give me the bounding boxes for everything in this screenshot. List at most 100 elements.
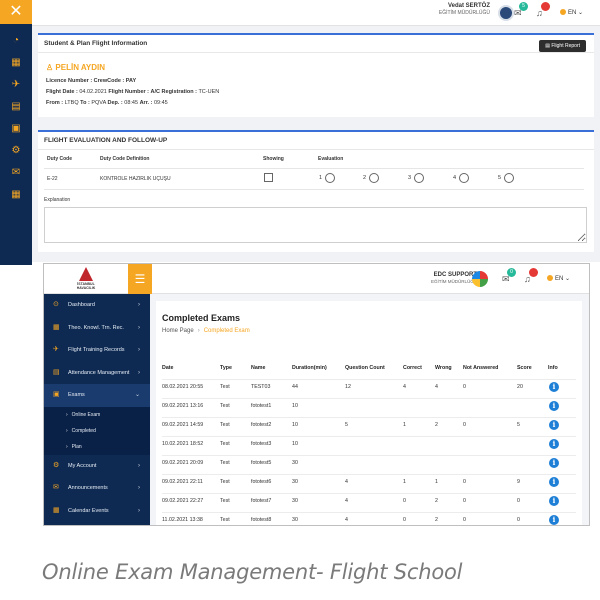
breadcrumb: Home Page › Completed Exam (162, 328, 250, 334)
table-cell-name: fototest2 (251, 422, 272, 428)
pilot-icon: ♙ (46, 63, 54, 72)
chevron-right-icon: › (66, 411, 68, 418)
chevron-right-icon: › (138, 369, 140, 376)
sidebar-item-announcements[interactable]: ✉ Announcements › (44, 477, 150, 500)
table-cell-type: Test (220, 441, 230, 447)
rating-4-radio[interactable] (459, 173, 469, 183)
list-icon[interactable]: ▤ (0, 96, 32, 118)
logo-text: İSTANBUL HAVACILIK (76, 282, 96, 290)
chevron-right-icon: › (138, 507, 140, 514)
menu-toggle-icon[interactable]: ☰ (128, 264, 152, 294)
from-value: LTBQ (64, 100, 79, 106)
info-icon[interactable]: i (549, 382, 559, 392)
sidebar-item-dashboard[interactable]: ⊙ Dashboard › (44, 294, 150, 317)
message-badge: 0 (507, 268, 516, 277)
sidebar-subitem-completed[interactable]: › Completed (44, 422, 150, 439)
evaluation-title: FLIGHT EVALUATION AND FOLLOW-UP (38, 132, 594, 150)
table-cell-type: Test (220, 403, 230, 409)
sidebar-item-attendance[interactable]: ▤ Attendance Management › (44, 362, 150, 385)
flight-report-button[interactable]: ▤ Flight Report (539, 40, 586, 52)
info-icon[interactable]: i (549, 515, 559, 525)
table-cell-score: 20 (517, 384, 523, 390)
sidebar-item-flight-training[interactable]: ✈ Flight Training Records › (44, 339, 150, 362)
dashboard-icon[interactable]: ◔ (0, 30, 32, 52)
logo[interactable]: İSTANBUL HAVACILIK (72, 267, 100, 291)
table-cell-date: 10.02.2021 18:52 (162, 441, 204, 447)
rating-1-radio[interactable] (325, 173, 335, 183)
info-icon[interactable]: i (549, 439, 559, 449)
definition-header: Duty Code Definition (100, 156, 150, 162)
book-icon[interactable]: ▦ (0, 52, 32, 74)
table-row-divider (162, 436, 576, 437)
sidebar-item-label: Theo. Knowl. Trn. Rec. (68, 324, 124, 331)
table-cell-correct: 4 (403, 384, 406, 390)
info-icon[interactable]: i (549, 401, 559, 411)
dep-value: 08:45 (124, 100, 139, 106)
info-icon[interactable]: i (549, 477, 559, 487)
top-header: İSTANBUL HAVACILIK ☰ EDC SUPPORT EĞİTİM M… (44, 264, 589, 294)
gear-icon[interactable]: ⚙ (0, 140, 32, 162)
rating-3-radio[interactable] (414, 173, 424, 183)
table-cell-wrong: 1 (435, 479, 438, 485)
info-icon[interactable]: i (549, 420, 559, 430)
table-cell-date: 11.02.2021 13:38 (162, 517, 203, 523)
user-name: Vedat SERTÖZ (447, 3, 490, 9)
table-cell-name: fototest7 (251, 498, 272, 504)
table-cell-duration: 10 (292, 441, 298, 447)
table-cell-date: 09.02.2021 14:59 (162, 422, 204, 428)
avatar[interactable] (498, 5, 514, 21)
dep-label: Dep. : (107, 100, 123, 106)
breadcrumb-home[interactable]: Home Page (162, 328, 194, 334)
info-icon[interactable]: i (549, 496, 559, 506)
table-cell-date: 09.02.2021 20:09 (162, 460, 204, 466)
sidebar-item-calendar[interactable]: ▦ Calendar Events › (44, 500, 150, 523)
sidebar-subitem-online-exam[interactable]: › Online Exam (44, 406, 150, 423)
table-cell-duration: 30 (292, 517, 298, 523)
arr-value: 09:45 (153, 100, 168, 106)
table-cell-question-count: 4 (345, 479, 348, 485)
sidebar-item-label: Flight Training Records (68, 347, 125, 353)
page-title: Completed Exams (162, 313, 241, 323)
plane-icon[interactable]: ✈ (0, 74, 32, 96)
calendar-icon[interactable]: ▦ (0, 184, 32, 206)
avatar[interactable] (472, 271, 488, 287)
language-selector[interactable]: EN ⌄ (560, 9, 583, 16)
sidebar-item-my-account[interactable]: ⚙ My Account › (44, 455, 150, 478)
sidebar-subitem-plan[interactable]: › Plan (44, 438, 150, 455)
table-cell-name: fototest8 (251, 517, 272, 523)
clipboard-icon[interactable]: ▣ (0, 118, 32, 140)
sidebar-item-label: Dashboard (68, 302, 95, 308)
chevron-right-icon: › (138, 347, 140, 353)
rating-2-radio[interactable] (369, 173, 379, 183)
column-header-not-answered: Not Answered (463, 365, 499, 371)
definition-cell: KONTROLE HAZIRLIK UÇUŞU (100, 176, 171, 182)
close-icon[interactable]: ✕ (0, 0, 32, 24)
table-row-divider (162, 455, 576, 456)
language-selector[interactable]: EN ⌄ (547, 275, 570, 282)
message-badge: 5 (519, 2, 528, 11)
megaphone-icon[interactable]: ✉ (0, 162, 32, 184)
sidebar-rail: ✕ ◔ ▦ ✈ ▤ ▣ ⚙ ✉ ▦ (0, 0, 32, 265)
user-info[interactable]: EDC SUPPORT EĞİTİM MÜDÜRLÜĞÜ (431, 272, 477, 284)
info-icon[interactable]: i (549, 458, 559, 468)
showing-checkbox[interactable] (264, 173, 273, 182)
column-header-wrong: Wrong (435, 365, 452, 371)
flight-report-label: Flight Report (551, 43, 580, 49)
table-cell-score: 5 (517, 422, 520, 428)
chevron-down-icon: ⌄ (134, 392, 140, 398)
language-label: EN (555, 276, 564, 282)
flight-info-title: Student & Plan Flight Information (38, 35, 594, 53)
table-cell-name: fototest6 (251, 479, 272, 485)
explanation-textarea[interactable] (44, 207, 587, 243)
user-info[interactable]: Vedat SERTÖZ EĞİTİM MÜDÜRLÜĞÜ (439, 3, 490, 16)
chevron-right-icon: › (138, 302, 140, 308)
sidebar-item-theo-knowl[interactable]: ▦ Theo. Knowl. Trn. Rec. › (44, 317, 150, 340)
sidebar-item-exams[interactable]: ▣ Exams ⌄ (44, 384, 150, 407)
list-icon: ▤ (53, 368, 60, 376)
route-line: From : LTBQ To : PQVA Dep. : 08:45 Arr. … (46, 100, 168, 106)
divider (44, 189, 584, 190)
chevron-right-icon: › (66, 427, 68, 434)
user-name: EDC SUPPORT (433, 272, 477, 278)
column-header-type: Type (220, 365, 232, 371)
rating-5-radio[interactable] (504, 173, 514, 183)
